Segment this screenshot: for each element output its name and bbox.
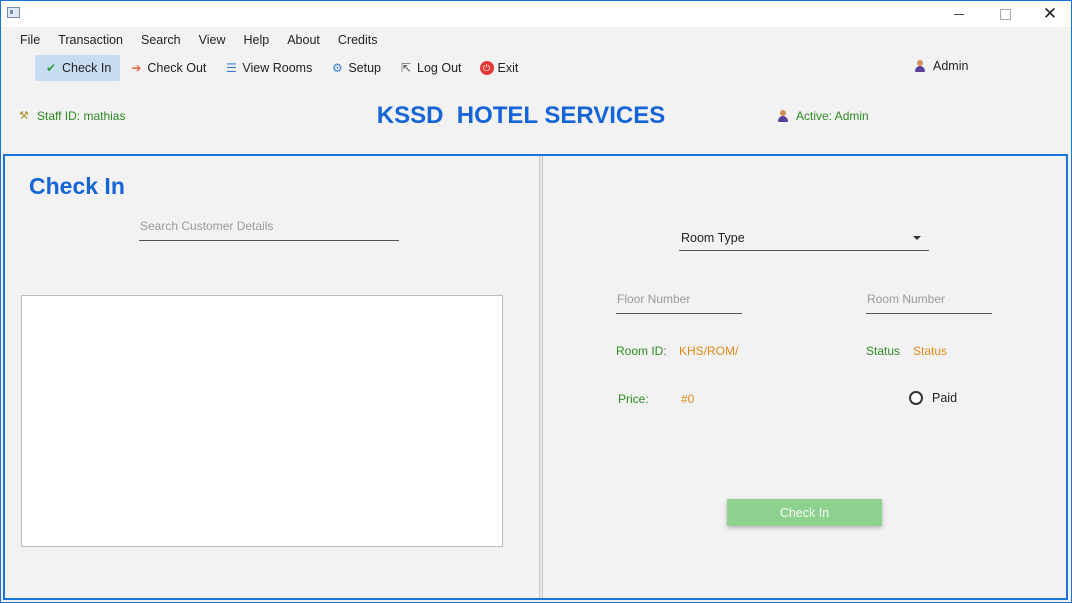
room-id-value: KHS/ROM/ [679, 344, 739, 358]
active-user: Active: Admin [776, 109, 869, 123]
room-type-select[interactable]: Room Type [679, 229, 929, 251]
paid-label: Paid [932, 391, 958, 405]
menu-credits[interactable]: Credits [329, 33, 387, 51]
floor-number-input[interactable] [616, 292, 743, 310]
paid-radio[interactable]: Paid [909, 391, 957, 405]
active-user-text: Active: Admin [796, 109, 869, 123]
admin-menu-button[interactable]: Admin [913, 59, 968, 73]
customer-results-list[interactable] [21, 295, 503, 547]
user-icon [913, 59, 927, 73]
menu-help[interactable]: Help [234, 33, 278, 51]
page-title: Check In [29, 173, 125, 199]
staff-id-text: Staff ID: mathias [37, 109, 126, 123]
search-customer-input[interactable] [139, 219, 400, 237]
chevron-down-icon [913, 236, 921, 240]
room-type-value: Room Type [681, 231, 745, 245]
check-in-tool-label: Check In [62, 61, 112, 75]
room-number-field [866, 292, 993, 314]
exit-tool-label: Exit [497, 61, 519, 75]
power-icon: ⏻ [479, 61, 494, 75]
room-id-label: Room ID: [616, 344, 667, 358]
maximize-icon [999, 8, 1011, 20]
app-icon [7, 7, 20, 18]
view-rooms-tool-button[interactable]: ☰ View Rooms [215, 55, 321, 81]
exit-tool-button[interactable]: ⏻ Exit [471, 55, 528, 81]
log-out-icon: ⇱ [400, 61, 412, 75]
staff-id: ⚒ Staff ID: mathias [19, 109, 125, 123]
check-out-tool-label: Check Out [147, 61, 207, 75]
menu-about[interactable]: About [278, 33, 329, 51]
radio-circle-icon [909, 391, 923, 405]
check-out-tool-button[interactable]: ➔ Check Out [120, 55, 215, 81]
log-out-tool-label: Log Out [417, 61, 462, 75]
active-user-icon [776, 109, 790, 123]
staff-icon: ⚒ [19, 109, 29, 122]
price-label: Price: [618, 392, 649, 406]
setup-tool-label: Setup [348, 61, 382, 75]
minimize-button[interactable] [936, 1, 982, 27]
setup-tool-button[interactable]: ⚙ Setup [321, 55, 390, 81]
status-value: Status [913, 344, 948, 358]
price-value: #0 [681, 392, 695, 406]
toolbar: ✔ Check In ➔ Check Out ☰ View Rooms ⚙ Se… [35, 55, 527, 81]
check-in-tool-button[interactable]: ✔ Check In [35, 55, 121, 81]
status-label: Status [866, 344, 901, 358]
view-rooms-tool-label: View Rooms [242, 61, 313, 75]
room-number-input[interactable] [866, 292, 993, 310]
check-out-icon: ➔ [131, 61, 142, 75]
check-in-button[interactable]: Check In [727, 499, 882, 526]
menu-view[interactable]: View [190, 33, 235, 51]
close-button[interactable]: ✕ [1027, 1, 1072, 27]
menu-search[interactable]: Search [132, 33, 190, 51]
split-pane-divider[interactable] [539, 156, 543, 598]
log-out-tool-button[interactable]: ⇱ Log Out [390, 55, 470, 81]
menu-bar: File Transaction Search View Help About … [11, 33, 386, 51]
menu-transaction[interactable]: Transaction [49, 33, 132, 51]
admin-label: Admin [933, 59, 969, 73]
gear-icon: ⚙ [331, 61, 343, 75]
check-icon: ✔ [45, 61, 57, 75]
close-icon: ✕ [1042, 3, 1058, 24]
maximize-button[interactable] [982, 1, 1028, 27]
list-icon: ☰ [226, 61, 237, 75]
app-window: ✕ File Transaction Search View Help Abou… [0, 0, 1072, 603]
search-customer-field [139, 219, 400, 241]
menu-file[interactable]: File [11, 33, 49, 51]
floor-number-field [616, 292, 743, 314]
title-bar[interactable]: ✕ [1, 1, 1071, 27]
minimize-icon [954, 13, 964, 15]
brand-title: KSSD HOTEL SERVICES [376, 102, 666, 129]
main-content: Check In Room Type Room ID: KHS/ROM/ Sta… [3, 154, 1068, 600]
